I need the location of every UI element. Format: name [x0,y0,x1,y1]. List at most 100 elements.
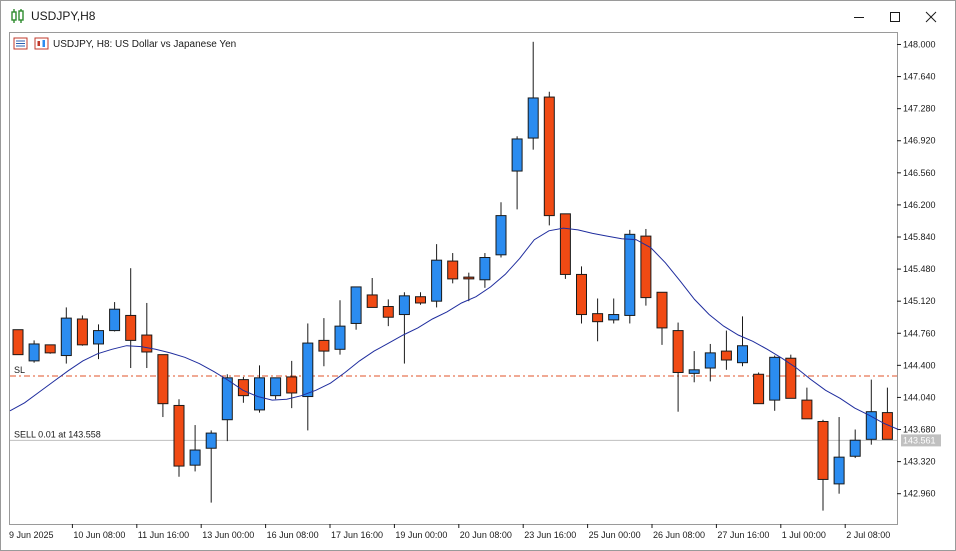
minimize-icon [854,17,864,18]
bull-candle-body [398,295,410,316]
close-button[interactable] [915,5,947,29]
bear-candle-body [12,329,24,356]
time-tick-label: 9 Jun 2025 [9,530,54,540]
candle [753,372,765,405]
price-tick-label: 145.120 [903,296,936,306]
close-icon [925,11,937,23]
price-tick-label: 144.040 [903,392,936,402]
time-tick-label: 20 Jun 08:00 [460,530,512,540]
current-price-tag-label: 143.561 [903,435,936,445]
time-tick-label: 13 Jun 00:00 [202,530,254,540]
bull-candle-body [60,317,72,357]
bull-candle-body [495,215,507,256]
candle [559,213,571,279]
bear-candle-body [576,273,587,316]
bear-candle-body [415,296,426,304]
price-tick-label: 146.560 [903,168,936,178]
bull-candle-body [624,233,636,316]
bull-candle-body [769,356,781,401]
symbol-description: USDJPY, H8: US Dollar vs Japanese Yen [53,39,236,50]
bear-candle-body [753,373,765,405]
candle [12,329,24,356]
price-chart[interactable]: 148.000 147.640 147.280 146.920 146.560 146.2… [9,32,949,546]
bear-candle-body [720,350,732,361]
bull-candle-body [431,259,443,302]
bull-candle-body [205,432,217,449]
maximize-button[interactable] [879,5,911,29]
candle [350,286,362,330]
maximize-icon [890,12,900,22]
bear-candle-body [817,421,829,480]
window-title: USDJPY,H8 [31,9,96,23]
bull-candle-body [479,257,491,281]
bear-candle-body [382,306,394,318]
sell-order-label: SELL 0.01 at 143.558 [14,429,101,439]
bear-candle-body [76,318,88,346]
price-axis[interactable]: 148.000 147.640 147.280 146.920 146.560 146.2… [897,39,936,499]
time-tick-label: 11 Jun 16:00 [138,530,189,540]
price-tick-label: 145.840 [903,232,936,242]
bull-candle-body [189,449,201,466]
candlestick-chart-icon [11,9,24,23]
price-tick-label: 147.280 [903,104,936,114]
bull-candle-body [109,308,121,332]
candle [44,344,56,354]
bull-candle-body [833,456,845,485]
candle [28,340,40,363]
time-tick-label: 2 Jul 08:00 [846,530,890,540]
price-tick-label: 147.640 [903,72,936,82]
candle [543,91,555,226]
bear-candle-body [559,213,571,275]
bull-candle-body [302,342,314,398]
price-tick-label: 143.320 [903,457,936,467]
time-tick-label: 27 Jun 16:00 [717,530,769,540]
stop-loss-label: SL [14,365,25,375]
chart-area[interactable]: 148.000 147.640 147.280 146.920 146.560 146.2… [9,32,949,546]
chart-window: USDJPY,H8 148.000 147.640 147.280 146.920 14… [0,0,956,551]
chart-header: USDJPY, H8: US Dollar vs Japanese Yen [13,37,236,50]
bull-candle-body [254,377,265,411]
bull-candle-body [849,439,861,457]
bear-candle-body [157,354,169,405]
bear-candle-body [592,313,604,323]
bear-candle-body [141,334,153,353]
time-tick-label: 23 Jun 16:00 [524,530,576,540]
candle [270,377,282,400]
bull-candle-body [28,343,40,362]
price-tick-label: 146.920 [903,136,936,146]
bull-candle-body [527,97,539,139]
bull-candle-body [350,286,362,324]
time-tick-label: 1 Jul 00:00 [782,530,826,540]
time-axis[interactable]: 9 Jun 2025 10 Jun 08:00 11 Jun 16:00 13 Jun… [9,524,890,540]
bear-candle-body [447,260,459,280]
bull-candle-body [334,325,346,350]
minimize-button[interactable] [843,5,875,29]
time-tick-label: 17 Jun 16:00 [331,530,383,540]
bull-candle-body [270,377,282,397]
bull-candle-body [737,345,748,364]
time-tick-label: 10 Jun 08:00 [73,530,125,540]
price-tick-label: 148.000 [903,39,936,49]
bull-candle-body [221,377,233,421]
candle [640,228,652,306]
time-tick-label: 16 Jun 08:00 [267,530,319,540]
bear-candle-body [125,314,137,341]
bull-candle-body [704,352,716,369]
chart-list-icon[interactable] [13,37,28,50]
bear-candle-body [318,339,330,352]
bear-candle-body [173,404,185,467]
bear-candle-body [656,291,668,329]
title-bar[interactable]: USDJPY,H8 [1,1,955,32]
bear-candle-body [44,344,56,354]
bull-candle-body [688,369,700,374]
bear-candle-body [463,276,475,280]
bull-candle-body [511,138,523,172]
bull-candle-body [608,314,620,321]
bear-candle-body [543,96,555,217]
price-tick-label: 142.960 [903,489,936,499]
chart-type-icon[interactable] [34,37,49,50]
candle [576,266,587,324]
price-tick-label: 145.480 [903,264,936,274]
candle [76,315,88,346]
price-tick-label: 143.680 [903,425,936,435]
